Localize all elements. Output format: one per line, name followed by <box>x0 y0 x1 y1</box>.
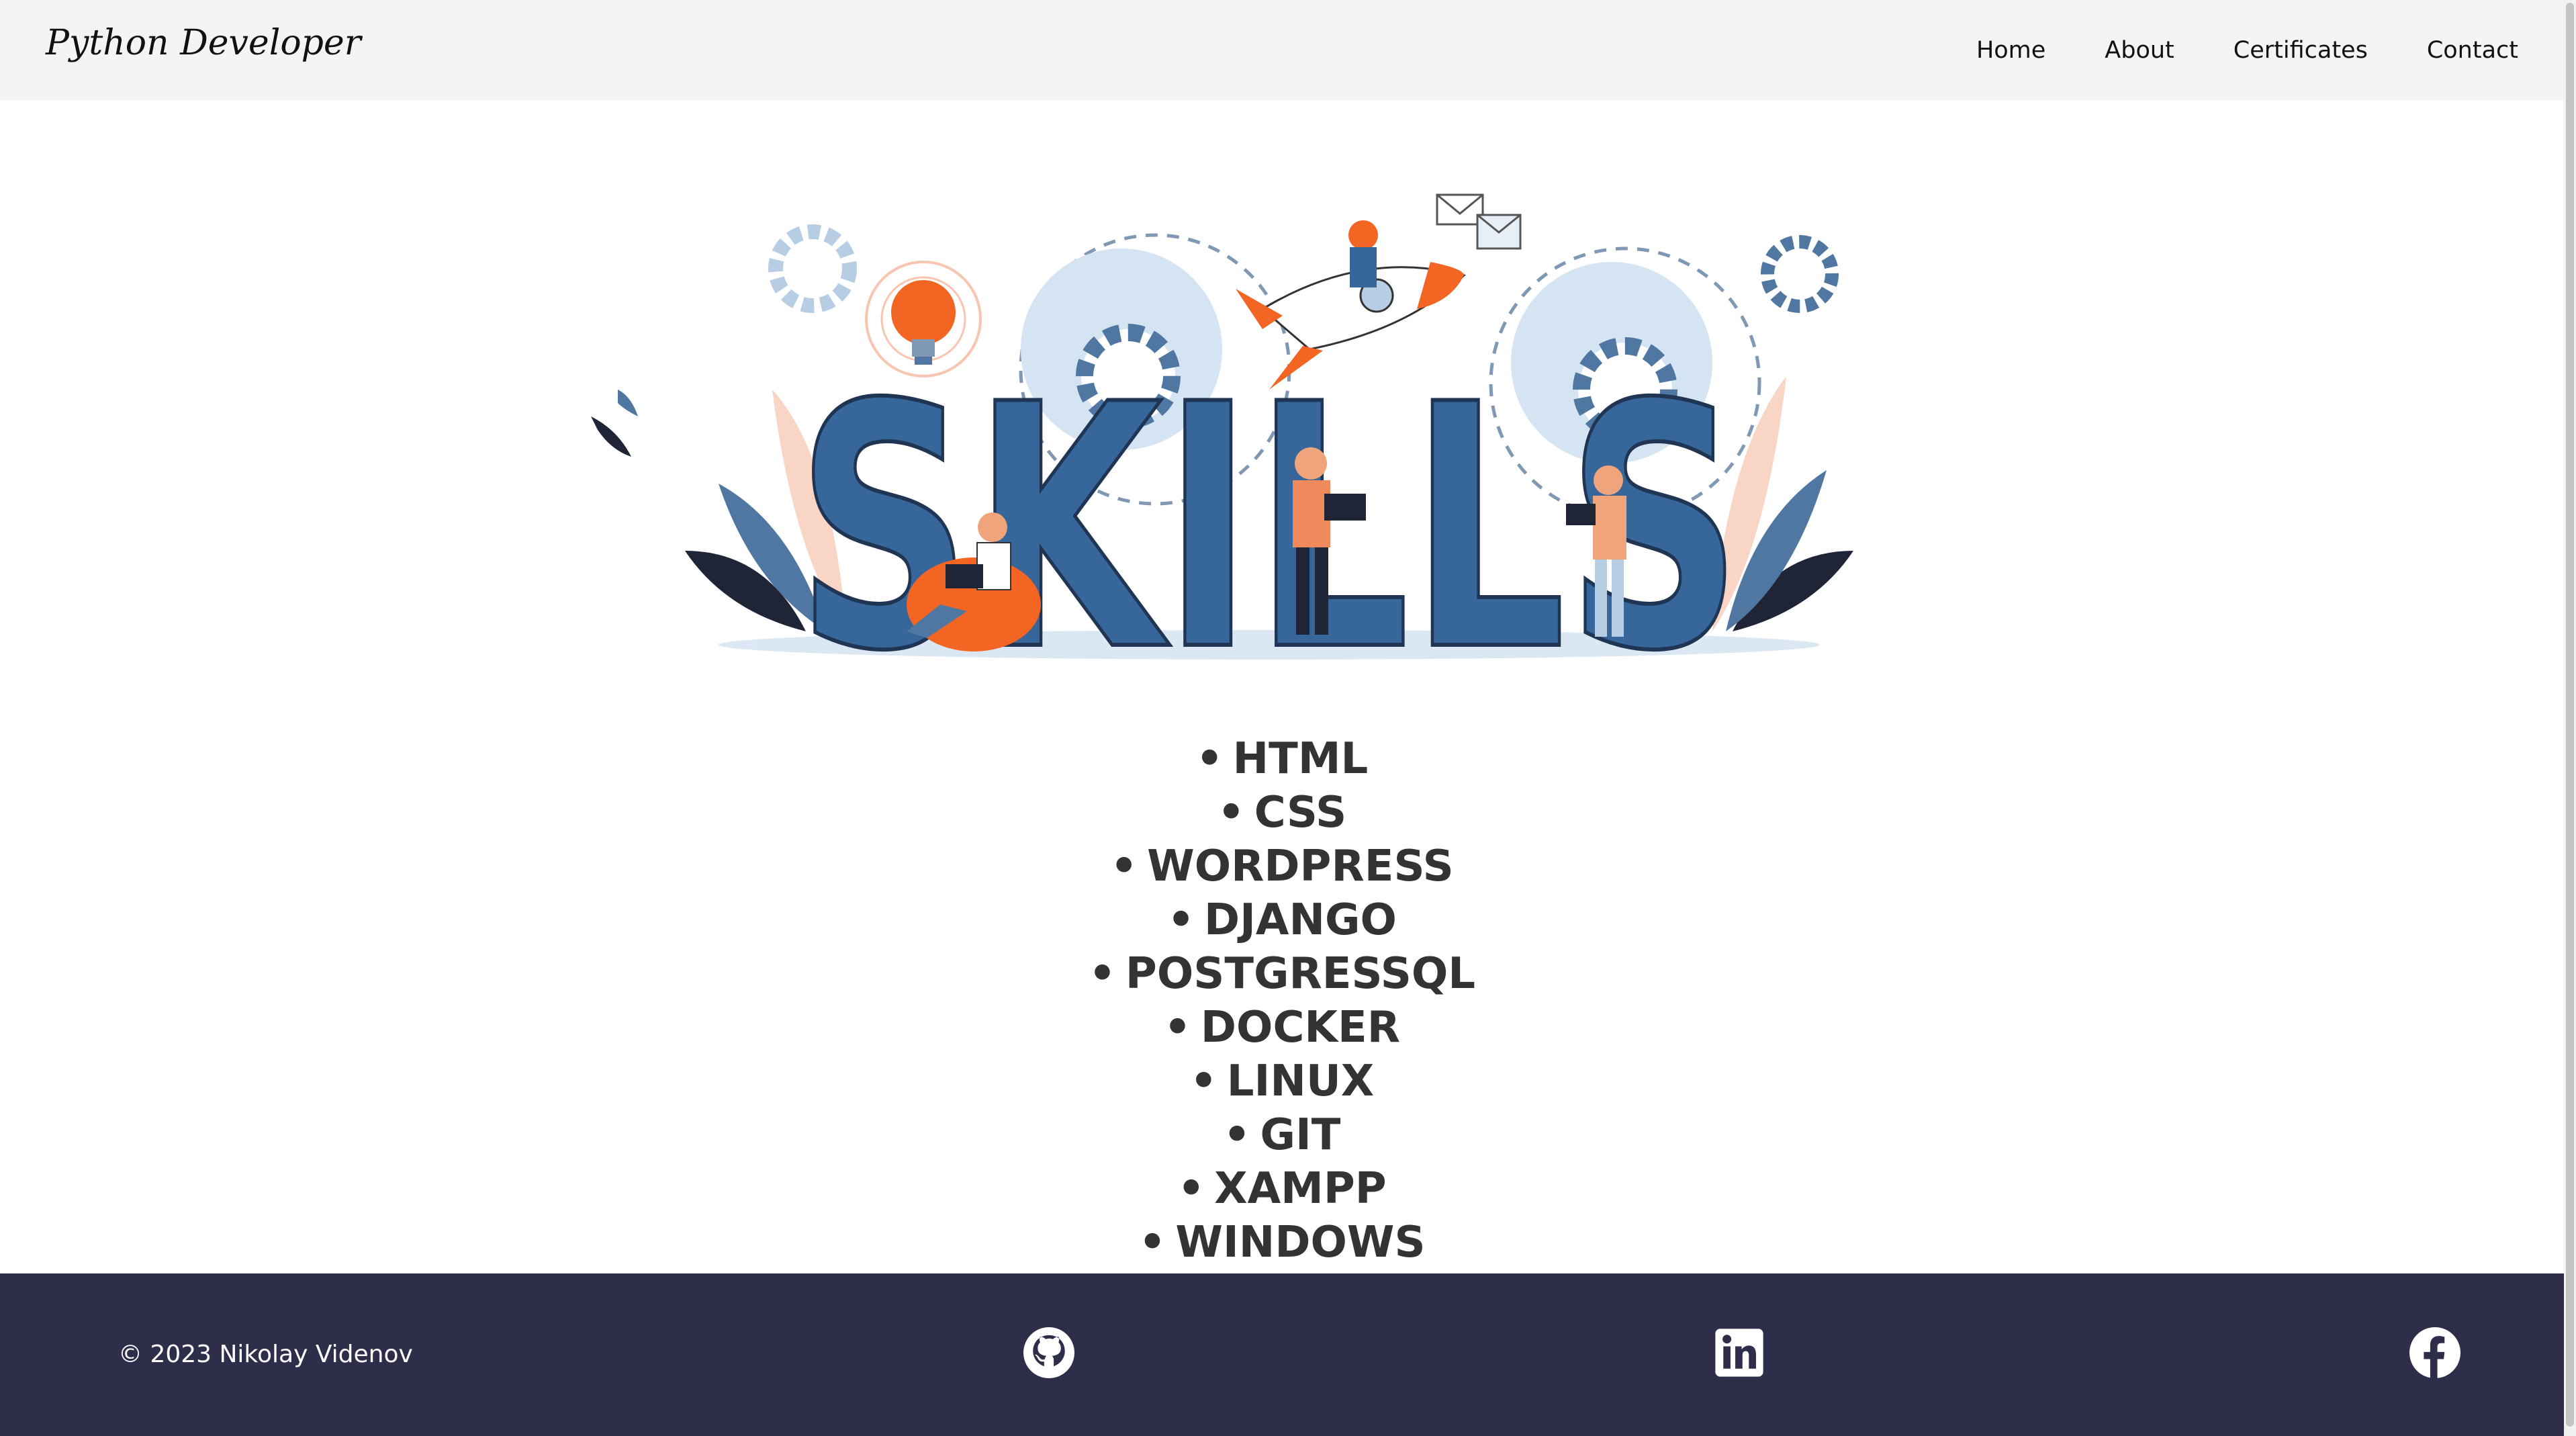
skill-item-linux: • LINUX <box>1189 1057 1375 1106</box>
nav-link-home[interactable]: Home <box>1947 0 2075 101</box>
github-link[interactable] <box>1023 1327 1074 1378</box>
skill-item-xampp: • XAMPP <box>1177 1164 1387 1214</box>
page-scrollbar[interactable] <box>2564 0 2576 1436</box>
skill-item-docker: • DOCKER <box>1164 1003 1400 1052</box>
skill-item-windows: • WINDOWS <box>1138 1218 1426 1267</box>
linkedin-icon <box>1715 1329 1763 1377</box>
page: Python Developer Home About Certificates… <box>0 0 2576 1436</box>
copyright-text: © 2023 Nikolay Videnov <box>118 1341 413 1368</box>
skills-hero-illustration: SKILLS <box>591 175 1947 726</box>
facebook-icon <box>2409 1327 2460 1378</box>
site-footer: © 2023 Nikolay Videnov <box>0 1273 2564 1436</box>
nav-link-certificates[interactable]: Certificates <box>2204 0 2397 101</box>
skills-illustration-svg: SKILLS <box>591 193 1853 726</box>
skill-item-wordpress: • WORDPRESS <box>1110 842 1454 891</box>
skills-list: • HTML • CSS • WORDPRESS • DJANGO • POSTGRESS… <box>0 732 2564 1269</box>
site-header: Python Developer Home About Certificates… <box>0 0 2564 101</box>
nav-link-contact[interactable]: Contact <box>2397 0 2518 101</box>
skill-item-postgressql: • POSTGRESSQL <box>1089 949 1475 999</box>
skill-item-css: • CSS <box>1217 788 1347 838</box>
skill-item-html: • HTML <box>1195 734 1369 784</box>
github-icon <box>1023 1327 1074 1378</box>
facebook-link[interactable] <box>2409 1327 2460 1378</box>
linkedin-link[interactable] <box>1714 1327 1765 1378</box>
small-gear-top-right <box>1761 235 1839 313</box>
nav-link-about[interactable]: About <box>2075 0 2203 101</box>
skill-item-git: • GIT <box>1223 1110 1341 1160</box>
scrollbar-thumb[interactable] <box>2566 3 2574 1427</box>
envelope-icons <box>1436 193 1522 250</box>
small-gear-top-left <box>768 224 857 313</box>
skill-item-django: • DJANGO <box>1167 895 1397 945</box>
brand-logo-text[interactable]: Python Developer <box>46 23 361 63</box>
main-nav: Home About Certificates Contact <box>1947 0 2518 101</box>
